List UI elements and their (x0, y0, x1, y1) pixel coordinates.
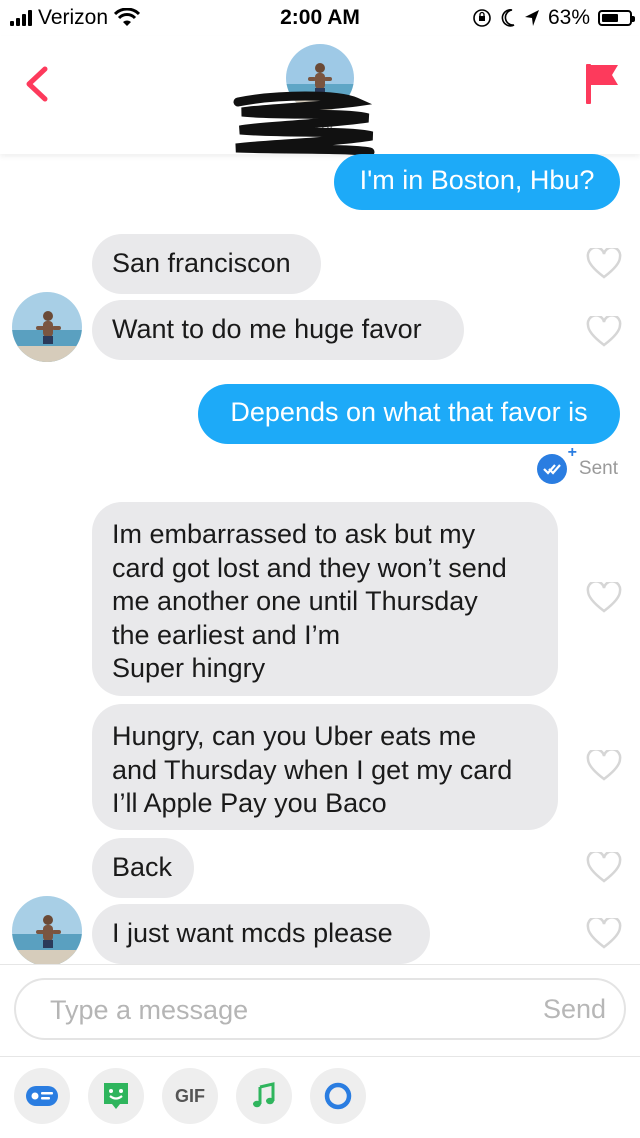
received-message[interactable]: Back (92, 838, 194, 898)
sent-message[interactable]: I'm in Boston, Hbu? (334, 154, 620, 210)
status-icons: 63% (472, 6, 635, 30)
sent-message[interactable]: Depends on what that favor is (198, 384, 620, 444)
message-input-box[interactable]: Send (14, 978, 626, 1040)
moon-icon (501, 9, 515, 27)
location-arrow-icon (524, 10, 539, 26)
message-composer: Send GIF (0, 964, 640, 1138)
sender-photo (12, 896, 82, 964)
bitmoji-icon[interactable] (88, 1068, 144, 1124)
received-message[interactable]: Hungry, can you Uber eats me and Thursda… (92, 704, 558, 830)
received-message[interactable]: Im embarrassed to ask but my card got lo… (92, 502, 558, 696)
redaction-scribble (233, 91, 375, 157)
composer-divider (0, 964, 640, 965)
toolbar-divider (0, 1056, 640, 1057)
received-message[interactable]: I just want mcds please (92, 904, 430, 964)
gif-icon[interactable]: GIF (162, 1068, 218, 1124)
like-heart-icon[interactable] (586, 316, 622, 348)
sender-avatar[interactable] (12, 896, 82, 964)
like-heart-icon[interactable] (586, 248, 622, 280)
orientation-lock-icon (473, 9, 491, 27)
like-heart-icon[interactable] (586, 750, 622, 782)
chat-header: Jay (0, 36, 640, 157)
contact-card-icon[interactable] (14, 1068, 70, 1124)
sent-status-label: Sent (578, 458, 618, 479)
read-receipt: + Sent (536, 444, 618, 484)
received-message[interactable]: San franciscon (92, 234, 321, 294)
composer-toolbar: GIF (14, 1068, 366, 1124)
read-receipt-icon: + (536, 444, 577, 484)
music-note-icon[interactable] (236, 1068, 292, 1124)
message-input[interactable] (48, 992, 472, 1028)
like-heart-icon[interactable] (586, 852, 622, 884)
message-thread: I'm in Boston, Hbu? San franciscon Want … (0, 154, 640, 964)
battery-icon (598, 10, 635, 26)
like-heart-icon[interactable] (586, 582, 622, 614)
report-flag-button[interactable] (584, 62, 620, 106)
battery-percent: 63% (547, 6, 590, 29)
sender-avatar[interactable] (12, 292, 82, 362)
received-message[interactable]: Want to do me huge favor (92, 300, 464, 360)
back-button[interactable] (18, 64, 58, 104)
sender-photo (12, 292, 82, 362)
like-heart-icon[interactable] (586, 918, 622, 950)
loop-icon[interactable] (310, 1068, 366, 1124)
gif-label: GIF (175, 1085, 205, 1106)
send-button[interactable]: Send (543, 994, 606, 1025)
status-bar: Verizon 2:00 AM 63% (0, 0, 640, 36)
